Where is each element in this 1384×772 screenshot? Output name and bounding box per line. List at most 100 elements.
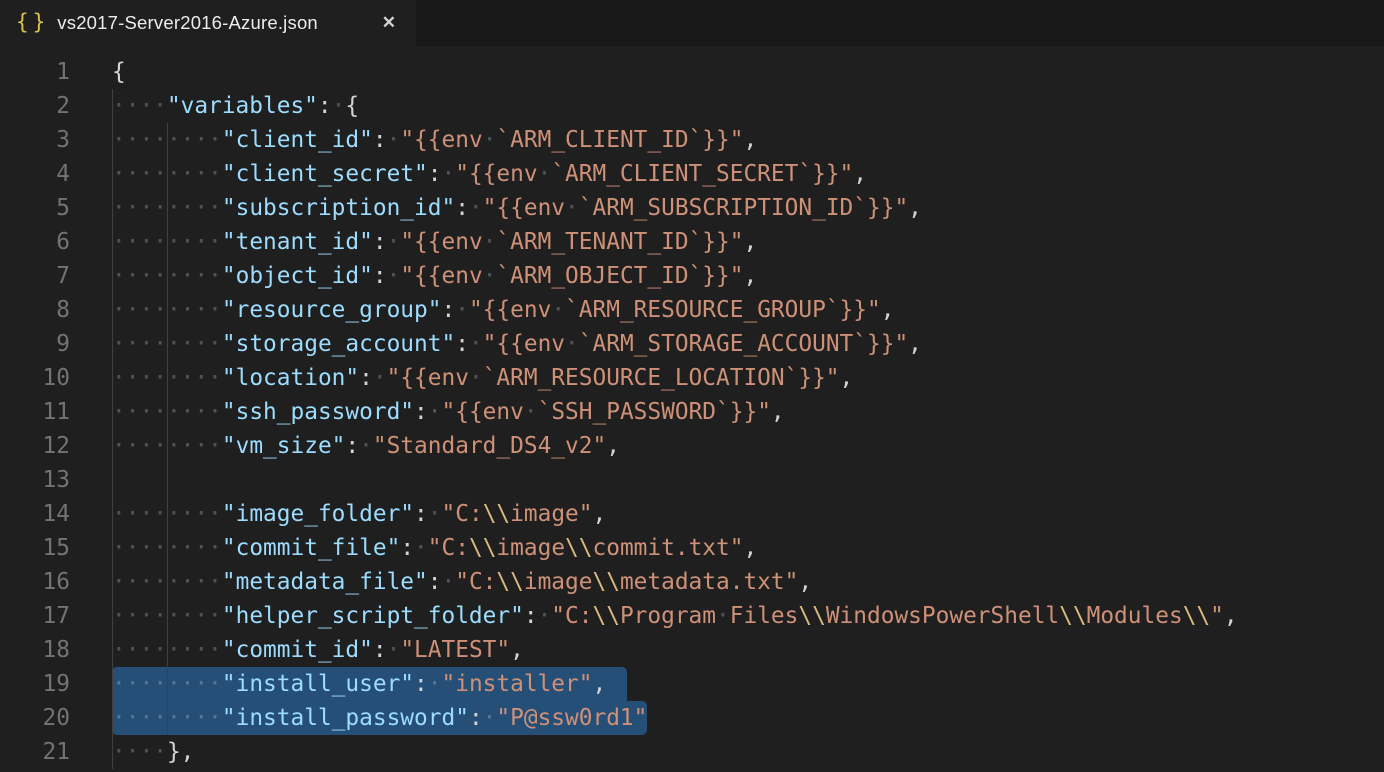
whitespace-dot: · — [139, 161, 153, 187]
whitespace-dot: · — [208, 331, 222, 357]
token: \\ — [1059, 603, 1086, 629]
whitespace-dot: · — [428, 501, 442, 527]
whitespace-dot: · — [181, 195, 195, 221]
whitespace-dot: · — [153, 739, 167, 765]
line-number[interactable]: 5 — [0, 191, 70, 225]
line-number[interactable]: 15 — [0, 531, 70, 565]
code-line[interactable]: 1{ — [0, 55, 1384, 89]
code-line[interactable]: 17········"helper_script_folder":·"C:\\P… — [0, 599, 1384, 633]
code-line[interactable]: 16········"metadata_file":·"C:\\image\\m… — [0, 565, 1384, 599]
token: \\ — [798, 603, 825, 629]
line-number[interactable]: 14 — [0, 497, 70, 531]
code-line[interactable]: 11········"ssh_password":·"{{env·`SSH_PA… — [0, 395, 1384, 429]
whitespace-dot: · — [112, 535, 126, 561]
code-line[interactable]: 12········"vm_size":·"Standard_DS4_v2", — [0, 429, 1384, 463]
line-number[interactable]: 19 — [0, 667, 70, 701]
line-number[interactable]: 10 — [0, 361, 70, 395]
whitespace-dot: · — [359, 433, 373, 459]
token: \\ — [565, 535, 592, 561]
line-number[interactable]: 2 — [0, 89, 70, 123]
line-number[interactable]: 3 — [0, 123, 70, 157]
line-number[interactable]: 12 — [0, 429, 70, 463]
code-line[interactable]: 15········"commit_file":·"C:\\image\\com… — [0, 531, 1384, 565]
whitespace-dot: · — [139, 501, 153, 527]
whitespace-dot: · — [524, 399, 538, 425]
code-line[interactable]: 9········"storage_account":·"{{env·`ARM_… — [0, 327, 1384, 361]
whitespace-dot: · — [167, 195, 181, 221]
whitespace-dot: · — [373, 365, 387, 391]
token: "{{env — [442, 399, 524, 425]
whitespace-dot: · — [167, 229, 181, 255]
line-number[interactable]: 7 — [0, 259, 70, 293]
code-line[interactable]: 14········"image_folder":·"C:\\image", — [0, 497, 1384, 531]
whitespace-dot: · — [414, 535, 428, 561]
code-line[interactable]: 7········"object_id":·"{{env·`ARM_OBJECT… — [0, 259, 1384, 293]
whitespace-dot: · — [126, 671, 140, 697]
code-line[interactable]: 3········"client_id":·"{{env·`ARM_CLIENT… — [0, 123, 1384, 157]
line-number[interactable]: 13 — [0, 463, 70, 497]
code-line[interactable]: 21····}, — [0, 735, 1384, 769]
token: "helper_script_folder" — [222, 603, 524, 629]
whitespace-dot: · — [139, 331, 153, 357]
token: "{{env — [455, 161, 537, 187]
whitespace-dot: · — [126, 365, 140, 391]
close-tab-icon[interactable]: ✕ — [382, 13, 396, 33]
token: "metadata_file" — [222, 569, 428, 595]
token: , — [1224, 603, 1238, 629]
line-number[interactable]: 17 — [0, 599, 70, 633]
code-line[interactable]: 19········"install_user":·"installer", — [0, 667, 1384, 701]
whitespace-dot: · — [139, 739, 153, 765]
whitespace-dot: · — [208, 637, 222, 663]
token: "client_secret" — [222, 161, 428, 187]
whitespace-dot: · — [181, 229, 195, 255]
whitespace-dot: · — [483, 229, 497, 255]
whitespace-dot: · — [112, 263, 126, 289]
whitespace-dot: · — [194, 501, 208, 527]
line-number[interactable]: 4 — [0, 157, 70, 191]
line-number[interactable]: 21 — [0, 735, 70, 769]
line-number[interactable]: 16 — [0, 565, 70, 599]
code-line[interactable]: 6········"tenant_id":·"{{env·`ARM_TENANT… — [0, 225, 1384, 259]
whitespace-dot: · — [483, 127, 497, 153]
line-number[interactable]: 11 — [0, 395, 70, 429]
token: { — [112, 59, 126, 85]
whitespace-dot: · — [167, 365, 181, 391]
line-number[interactable]: 6 — [0, 225, 70, 259]
token: "image_folder" — [222, 501, 414, 527]
line-number[interactable]: 18 — [0, 633, 70, 667]
whitespace-dot: · — [139, 705, 153, 731]
whitespace-dot: · — [208, 365, 222, 391]
token: Files — [730, 603, 799, 629]
whitespace-dot: · — [139, 229, 153, 255]
whitespace-dot: · — [181, 161, 195, 187]
code-line[interactable]: 20········"install_password":·"P@ssw0rd1… — [0, 701, 1384, 735]
whitespace-dot: · — [167, 331, 181, 357]
editor-pane[interactable]: 1{2····"variables":·{3········"client_id… — [0, 46, 1384, 772]
code-line[interactable]: 13 — [0, 463, 1384, 497]
whitespace-dot: · — [139, 399, 153, 425]
tab-vs2017-server2016-azure-json[interactable]: {} vs2017-Server2016-Azure.json ✕ — [0, 0, 416, 46]
whitespace-dot: · — [112, 433, 126, 459]
whitespace-dot: · — [208, 433, 222, 459]
token: { — [345, 93, 359, 119]
token: "LATEST" — [400, 637, 510, 663]
code-line[interactable]: 4········"client_secret":·"{{env·`ARM_CL… — [0, 157, 1384, 191]
code-line[interactable]: 2····"variables":·{ — [0, 89, 1384, 123]
whitespace-dot: · — [181, 603, 195, 629]
token: "variables" — [167, 93, 318, 119]
code-line[interactable]: 18········"commit_id":·"LATEST", — [0, 633, 1384, 667]
code-line[interactable]: 8········"resource_group":·"{{env·`ARM_R… — [0, 293, 1384, 327]
whitespace-dot: · — [126, 331, 140, 357]
line-number[interactable]: 8 — [0, 293, 70, 327]
whitespace-dot: · — [126, 399, 140, 425]
token: "C: — [551, 603, 592, 629]
code-line[interactable]: 5········"subscription_id":·"{{env·`ARM_… — [0, 191, 1384, 225]
whitespace-dot: · — [153, 229, 167, 255]
whitespace-dot: · — [194, 671, 208, 697]
line-number[interactable]: 9 — [0, 327, 70, 361]
whitespace-dot: · — [565, 331, 579, 357]
line-number[interactable]: 1 — [0, 55, 70, 89]
whitespace-dot: · — [126, 637, 140, 663]
code-line[interactable]: 10········"location":·"{{env·`ARM_RESOUR… — [0, 361, 1384, 395]
line-number[interactable]: 20 — [0, 701, 70, 735]
